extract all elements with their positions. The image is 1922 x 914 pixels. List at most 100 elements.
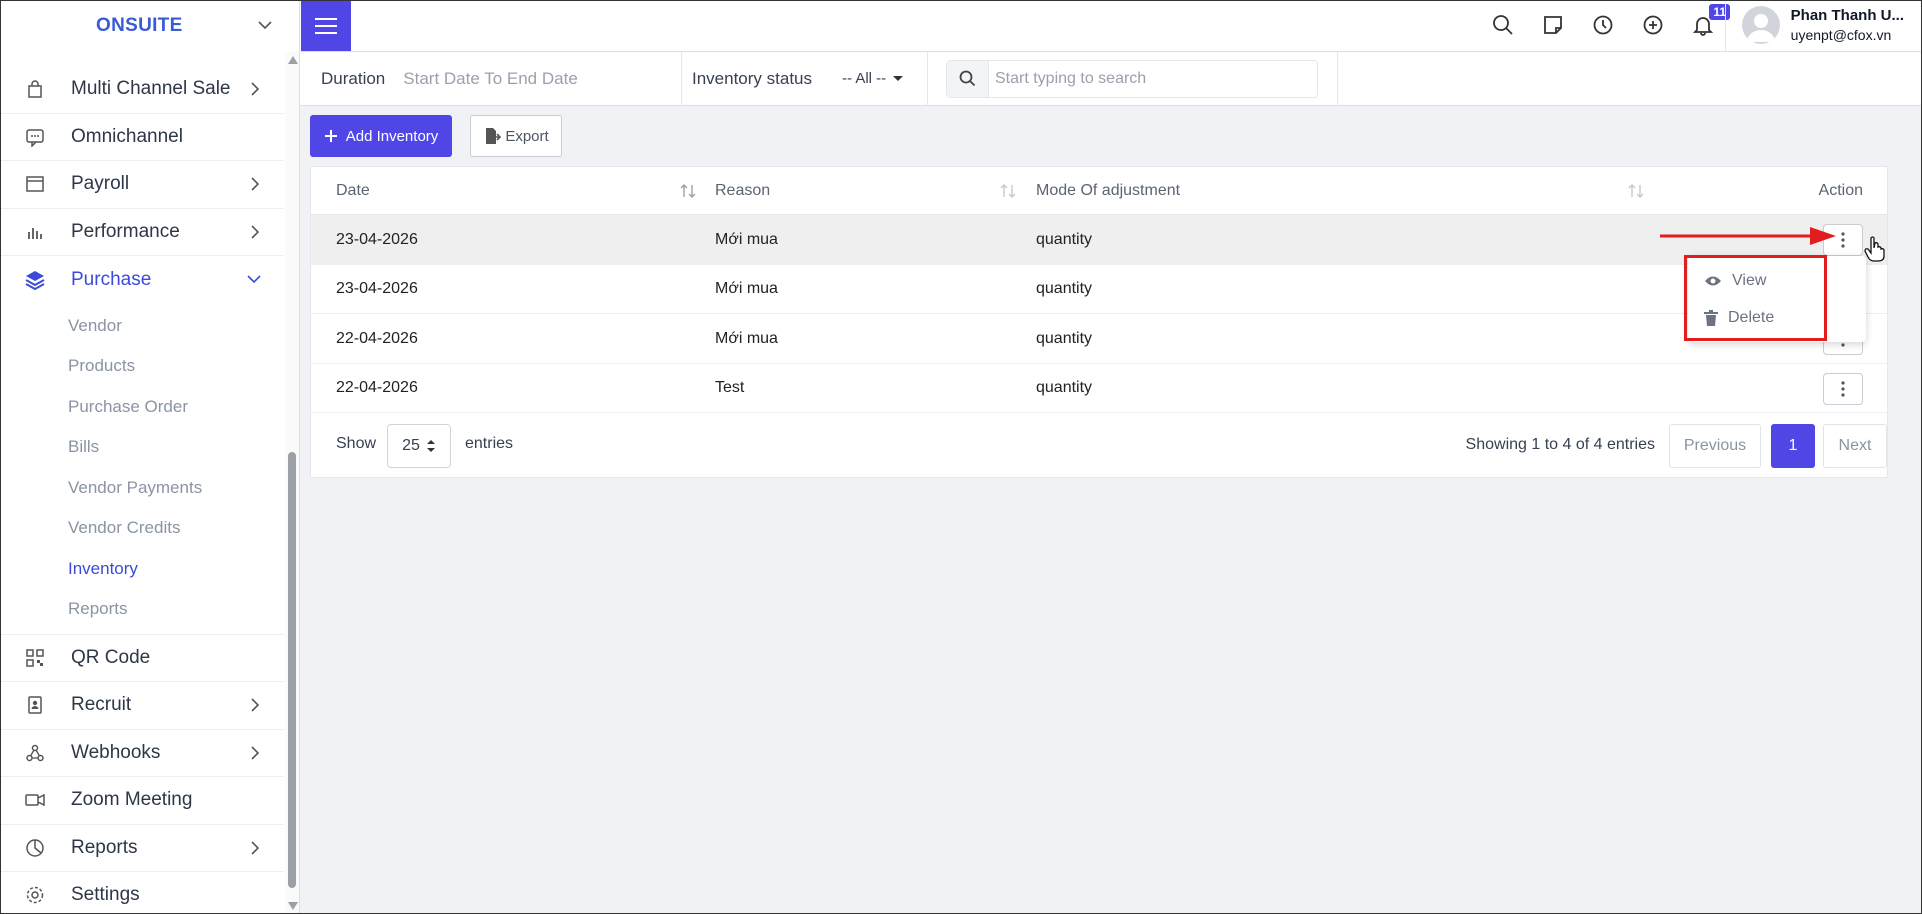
- page-size-value: 25: [402, 437, 420, 454]
- brand-switcher[interactable]: ONSUITE: [0, 0, 299, 52]
- row-actions-button[interactable]: [1823, 372, 1863, 405]
- sidebar-item-label: Zoom Meeting: [71, 789, 193, 811]
- layers-icon: [24, 269, 46, 291]
- file-export-icon: [486, 128, 502, 144]
- chevron-right-icon: [251, 745, 260, 760]
- add-inventory-button[interactable]: Add Inventory: [310, 115, 452, 157]
- search-section: [928, 51, 1338, 106]
- sidebar-item-multi-channel-sale[interactable]: Multi Channel Sale: [0, 66, 284, 114]
- sort-icon[interactable]: [1627, 183, 1645, 199]
- sidebar-item-label: Performance: [71, 220, 180, 242]
- cell-mode: quantity: [1036, 230, 1093, 248]
- trash-icon: [1704, 309, 1718, 326]
- sidebar-item-purchase[interactable]: Purchase: [0, 256, 284, 304]
- sidebar-subitem-inventory[interactable]: Inventory: [0, 549, 284, 590]
- add-inventory-label: Add Inventory: [345, 127, 439, 145]
- cell-mode: quantity: [1036, 379, 1093, 396]
- pagination-info: Showing 1 to 4 of 4 entries: [1465, 436, 1655, 453]
- notification-bell-icon[interactable]: 11: [1692, 4, 1730, 38]
- webhook-icon: [24, 742, 46, 764]
- sidebar-subitem-products[interactable]: Products: [0, 346, 284, 387]
- sidebar-scrollbar[interactable]: [285, 52, 299, 914]
- next-page-button[interactable]: Next: [1823, 424, 1887, 468]
- inventory-status-select[interactable]: -- All --: [842, 70, 904, 87]
- sidebar-item-payroll[interactable]: Payroll: [0, 161, 284, 209]
- sidebar-subitem-vendor-credits[interactable]: Vendor Credits: [0, 508, 284, 549]
- sidebar-subitem-bills[interactable]: Bills: [0, 427, 284, 468]
- table-header: Date Reason Mode Of adjustment Action: [311, 167, 1887, 215]
- sidebar-item-zoom-meeting[interactable]: Zoom Meeting: [0, 777, 284, 825]
- scroll-thumb[interactable]: [288, 452, 296, 888]
- scroll-down-arrow[interactable]: [288, 902, 298, 910]
- export-button[interactable]: Export: [470, 115, 562, 157]
- sidebar-item-webhooks[interactable]: Webhooks: [0, 730, 284, 777]
- topbar-divider: [1725, 0, 1726, 52]
- sidebar-item-label: Recruit: [71, 694, 132, 716]
- pie-chart-icon: [24, 837, 46, 859]
- cell-date: 23-04-2026: [336, 230, 418, 248]
- sort-icon[interactable]: [999, 183, 1017, 199]
- sidebar-item-label: Purchase: [71, 268, 152, 290]
- sticky-note-icon[interactable]: [1542, 14, 1566, 38]
- menu-toggle-button[interactable]: [301, 1, 351, 51]
- page-1-button[interactable]: 1: [1771, 424, 1815, 468]
- sidebar-subitem-purchase-order[interactable]: Purchase Order: [0, 387, 284, 428]
- purchase-submenu: Vendor Products Purchase Order Bills Ven…: [0, 304, 284, 635]
- sidebar-item-settings[interactable]: Settings: [0, 872, 284, 914]
- search-icon[interactable]: [1492, 14, 1516, 38]
- sidebar-item-label: Webhooks: [71, 741, 161, 763]
- sidebar-item-omnichannel[interactable]: Omnichannel: [0, 114, 284, 161]
- sidebar-item-reports[interactable]: Reports: [0, 825, 284, 872]
- brand-name: ONSUITE: [96, 15, 183, 36]
- user-profile-menu[interactable]: Phan Thanh U... uyenpt@cfox.vn: [1741, 6, 1904, 44]
- search-icon: [947, 60, 989, 97]
- notification-count-badge: 11: [1709, 4, 1730, 20]
- previous-page-button[interactable]: Previous: [1669, 424, 1761, 468]
- sidebar-menu: Multi Channel Sale Omnichannel Payroll P…: [0, 66, 284, 914]
- entries-label: entries: [465, 435, 514, 452]
- user-name: Phan Thanh U...: [1790, 7, 1904, 24]
- cell-mode: quantity: [1036, 329, 1093, 347]
- cell-reason: Mới mua: [715, 230, 778, 248]
- duration-filter[interactable]: Duration Start Date To End Date: [300, 51, 682, 106]
- chevron-right-icon: [251, 840, 260, 855]
- column-header-mode[interactable]: Mode Of adjustment: [1036, 167, 1180, 215]
- menu-item-delete[interactable]: Delete: [1688, 299, 1866, 336]
- sidebar-subitem-vendor-payments[interactable]: Vendor Payments: [0, 468, 284, 509]
- chat-bubble-icon: [24, 126, 46, 148]
- gear-icon: [24, 884, 46, 906]
- menu-item-view[interactable]: View: [1688, 262, 1866, 299]
- sidebar-subitem-reports[interactable]: Reports: [0, 589, 284, 630]
- sort-icon[interactable]: [679, 183, 697, 199]
- sidebar-item-label: Multi Channel Sale: [71, 78, 231, 100]
- cell-date: 23-04-2026: [336, 280, 418, 297]
- cell-mode: quantity: [1036, 280, 1093, 297]
- sidebar-item-qr-code[interactable]: QR Code: [0, 635, 284, 682]
- eye-icon: [1705, 276, 1721, 285]
- column-header-date[interactable]: Date: [336, 167, 370, 215]
- page-size-select[interactable]: 25: [387, 424, 451, 468]
- sidebar: ONSUITE Multi Channel Sale Omnichannel P…: [0, 0, 300, 914]
- column-header-action: Action: [1818, 182, 1863, 199]
- chevron-down-icon: [247, 275, 261, 284]
- sidebar-item-recruit[interactable]: Recruit: [0, 682, 284, 730]
- table-row: 23-04-2026 Mới mua quantity: [311, 265, 1887, 314]
- sidebar-item-label: Omnichannel: [71, 125, 183, 147]
- cell-date: 22-04-2026: [336, 379, 418, 396]
- chevron-right-icon: [251, 224, 260, 239]
- topbar: 11 Phan Thanh U... uyenpt@cfox.vn: [300, 0, 1922, 52]
- sidebar-item-label: Settings: [71, 884, 140, 906]
- sidebar-subitem-vendor[interactable]: Vendor: [0, 306, 284, 347]
- search-input[interactable]: [989, 69, 1309, 88]
- menu-item-delete-label: Delete: [1728, 308, 1775, 326]
- date-range-input[interactable]: Start Date To End Date: [403, 69, 578, 89]
- plus-icon: [324, 130, 337, 142]
- inventory-table: Date Reason Mode Of adjustment Action 23…: [310, 166, 1888, 478]
- column-header-reason[interactable]: Reason: [715, 167, 770, 215]
- inventory-status-filter: Inventory status -- All --: [682, 51, 928, 106]
- scroll-up-arrow[interactable]: [288, 56, 298, 64]
- hand-cursor-icon: [1864, 236, 1885, 262]
- clock-icon[interactable]: [1592, 14, 1616, 38]
- add-circle-icon[interactable]: [1642, 14, 1666, 38]
- sidebar-item-performance[interactable]: Performance: [0, 209, 284, 256]
